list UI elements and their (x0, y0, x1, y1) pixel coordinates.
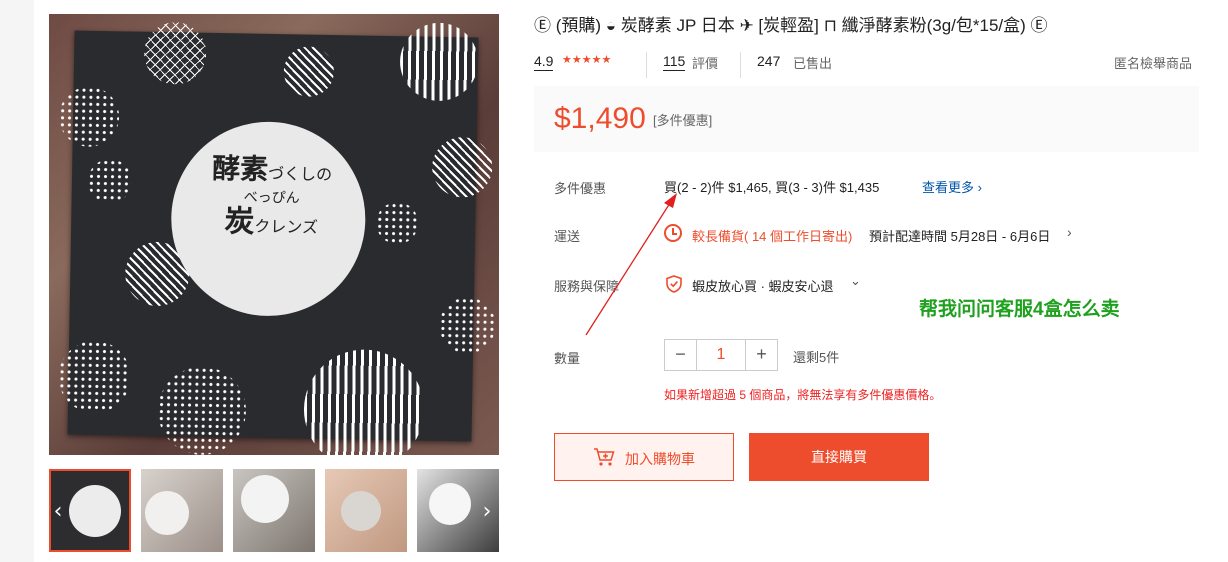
service-label: 服務與保障 (554, 279, 620, 294)
pattern-circle (143, 21, 207, 85)
shield-icon (666, 275, 682, 293)
price: $1,490 (554, 102, 646, 135)
thumbnail-next-icon[interactable]: › (479, 499, 495, 525)
package-text-line1-small: づくしの (267, 163, 333, 185)
divider (740, 52, 741, 78)
pattern-circle (438, 296, 496, 354)
cart-icon (594, 448, 615, 466)
shipping-status: 較長備貨( 14 個工作日寄出) (692, 229, 853, 244)
add-to-cart-button[interactable]: 加入購物車 (554, 433, 734, 481)
pattern-circle (283, 46, 335, 98)
pattern-circle (157, 366, 247, 455)
thumbnail-prev-icon[interactable]: ‹ (50, 499, 66, 525)
product-box: 酵素づくしの べっぴん 炭クレンズ (57, 21, 496, 455)
left-margin-strip (0, 0, 34, 562)
thumbnail-4[interactable] (325, 469, 407, 552)
thumbnail-circle (429, 483, 471, 525)
stock-remaining: 還剩5件 (793, 350, 840, 365)
product-title: Ⓔ (預購) ◒ 炭酵素 JP 日本 ✈ [炭輕盈] ⊓ 纖淨酵素粉(3g/包*… (534, 16, 1048, 35)
shipping-label: 運送 (554, 229, 581, 244)
review-label: 評價 (692, 56, 719, 71)
see-more-link[interactable]: 查看更多 › (922, 177, 982, 196)
bundle-warning: 如果新增超過 5 個商品，將無法享有多件優惠價格。 (664, 388, 942, 402)
quantity-label: 數量 (554, 351, 581, 366)
chevron-down-icon[interactable]: ⌄ (850, 273, 861, 289)
main-product-image[interactable]: 酵素づくしの べっぴん 炭クレンズ (49, 14, 499, 455)
quantity-input[interactable]: 1 (696, 339, 746, 371)
annotation-text: 帮我问问客服4盒怎么卖 (919, 299, 1120, 320)
sold-label: 已售出 (793, 56, 833, 71)
price-tag: [多件優惠] (653, 113, 713, 128)
package-text-line3: 炭 (224, 204, 255, 240)
package-text-line1: 酵素 (211, 151, 269, 186)
package-text-line3-small: クレンズ (254, 216, 319, 238)
pattern-circle (399, 22, 479, 102)
review-count[interactable]: 115 (663, 52, 686, 71)
star-rating-icon: ★★★★★ (562, 54, 612, 66)
pattern-circle (375, 201, 419, 245)
thumbnail-strip (49, 469, 499, 552)
pattern-circle (57, 340, 132, 414)
rating-value[interactable]: 4.9 (534, 52, 554, 71)
quantity-decrease-button[interactable]: − (664, 339, 697, 371)
service-guarantee[interactable]: 蝦皮放心買 · 蝦皮安心退 (692, 276, 834, 295)
thumbnail-circle (69, 485, 121, 537)
pattern-circle (302, 348, 426, 455)
pattern-circle (431, 136, 493, 198)
report-product-link[interactable]: 匿名檢舉商品 (1114, 53, 1192, 72)
sold-count: 247 (757, 53, 781, 69)
shipping-chevron-icon[interactable]: › (1067, 224, 1072, 240)
quantity-increase-button[interactable]: + (745, 339, 778, 371)
divider (646, 52, 647, 78)
thumbnail-3[interactable] (233, 469, 315, 552)
bundle-label: 多件優惠 (554, 181, 607, 196)
add-to-cart-label: 加入購物車 (625, 451, 695, 467)
thumbnail-circle (241, 475, 289, 523)
bundle-deal-text: 買(2 - 2)件 $1,465, 買(3 - 3)件 $1,435 (664, 180, 880, 195)
pattern-circle (58, 86, 120, 148)
package-label: 酵素づくしの べっぴん 炭クレンズ (191, 151, 352, 243)
thumbnail-circle (341, 491, 381, 531)
buy-now-button[interactable]: 直接購買 (749, 433, 929, 481)
thumbnail-circle (145, 491, 189, 535)
rating-row: 4.9 ★★★★★ 115 評價 247 已售出 匿名檢舉商品 (534, 52, 1194, 78)
shipping-eta: 預計配達時間 5月28日 - 6月6日 (869, 229, 1051, 244)
thumbnail-2[interactable] (141, 469, 223, 552)
pattern-circle (87, 158, 133, 204)
price-section: $1,490 [多件優惠] (534, 86, 1199, 152)
clock-icon (664, 224, 682, 242)
